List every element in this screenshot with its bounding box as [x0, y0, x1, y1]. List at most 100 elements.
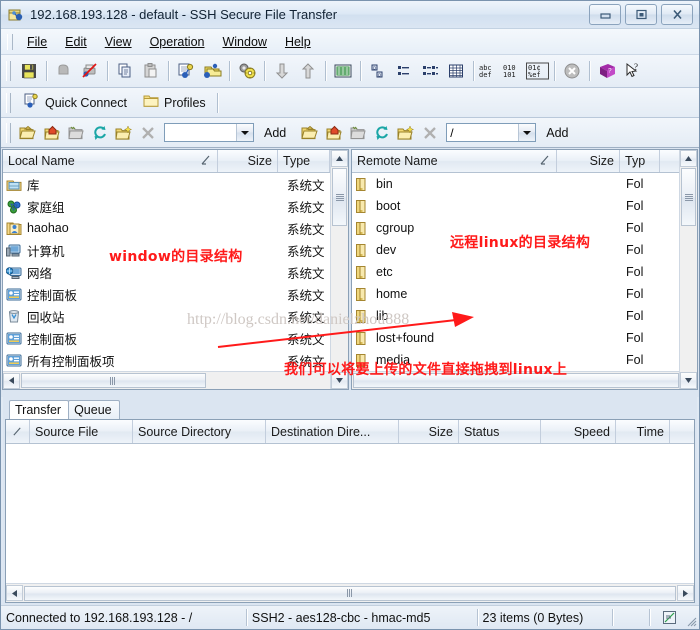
local-new-folder-icon[interactable] [112, 121, 136, 145]
view-list-icon[interactable] [417, 58, 443, 84]
transfer-column-destination-directory[interactable]: Destination Dire... [266, 420, 399, 443]
toolbar-grip[interactable] [6, 61, 11, 81]
local-delete-icon[interactable] [136, 121, 160, 145]
print-icon[interactable] [51, 58, 77, 84]
view-small-icons-icon[interactable] [391, 58, 417, 84]
binary-transfer-icon[interactable]: 010 101 [502, 58, 526, 84]
local-vertical-scrollbar[interactable] [330, 150, 348, 389]
remote-scroll-down-icon[interactable] [680, 372, 697, 389]
table-row[interactable]: 库 系统文 [3, 173, 348, 195]
local-horizontal-scrollbar[interactable] [3, 371, 348, 389]
table-row[interactable]: 控制面板 系统文 [3, 327, 348, 349]
remote-vertical-scrollbar[interactable] [679, 150, 697, 389]
remote-file-list[interactable]: bin Fol boot Fol cgroup Fol dev Fol etc Fol home Fo… [352, 173, 697, 371]
menu-item-file[interactable]: File [18, 33, 56, 51]
local-path-combo[interactable] [164, 123, 254, 142]
transfer-column-status[interactable]: Status [459, 420, 541, 443]
table-row[interactable]: 控制面板 系统文 [3, 283, 348, 305]
local-refresh-icon[interactable] [88, 121, 112, 145]
remote-home-folder-icon[interactable] [322, 121, 346, 145]
menu-item-help[interactable]: Help [276, 33, 320, 51]
local-column-name[interactable]: Local Name [3, 150, 218, 172]
local-add-button[interactable]: Add [258, 124, 292, 142]
remote-refresh-icon[interactable] [370, 121, 394, 145]
local-scroll-down-icon[interactable] [331, 372, 348, 389]
remote-column-type[interactable]: Typ [620, 150, 660, 172]
quick-connect-button[interactable]: Quick Connect [16, 90, 135, 115]
profiles-button[interactable]: Profiles [135, 91, 214, 114]
local-scroll-thumb[interactable] [332, 168, 347, 226]
table-row[interactable]: 计算机 系统文 [3, 239, 348, 261]
remote-column-size[interactable]: Size [557, 150, 620, 172]
table-row[interactable]: lib Fol [352, 305, 697, 327]
maximize-button[interactable] [625, 4, 657, 25]
quickbar-grip[interactable] [6, 92, 11, 113]
local-column-size[interactable]: Size [218, 150, 278, 172]
remote-hscroll-thumb[interactable] [353, 373, 679, 388]
local-home-folder-icon[interactable] [40, 121, 64, 145]
table-row[interactable]: etc Fol [352, 261, 697, 283]
transfer-column-source-directory[interactable]: Source Directory [133, 420, 266, 443]
menu-grip[interactable] [7, 33, 13, 50]
transfer-column-time[interactable]: Time [616, 420, 670, 443]
remote-column-name[interactable]: Remote Name [352, 150, 557, 172]
remote-scroll-thumb[interactable] [681, 168, 696, 226]
tab-queue[interactable]: Queue [68, 400, 120, 419]
remote-horizontal-scrollbar[interactable] [352, 371, 697, 389]
table-row[interactable]: 回收站 系统文 [3, 305, 348, 327]
table-row[interactable]: 家庭组 系统文 [3, 195, 348, 217]
remote-path-dropdown-chevron-down-icon[interactable] [518, 124, 536, 141]
transfer-column-size[interactable]: Size [399, 420, 459, 443]
print-disabled-icon[interactable] [77, 58, 103, 84]
table-row[interactable]: boot Fol [352, 195, 697, 217]
view-details-icon[interactable] [443, 58, 469, 84]
ascii-transfer-icon[interactable]: abc def [478, 58, 502, 84]
table-row[interactable]: 网络 系统文 [3, 261, 348, 283]
local-column-type[interactable]: Type [278, 150, 330, 172]
transfer-column-speed[interactable]: Speed [541, 420, 616, 443]
transfer-column-sort[interactable] [6, 420, 30, 443]
show-hide-icon[interactable] [330, 58, 356, 84]
pathbar-grip[interactable] [6, 122, 11, 143]
transfer-hscroll-thumb[interactable] [24, 585, 676, 601]
remote-new-folder-icon[interactable] [394, 121, 418, 145]
remote-path-input[interactable]: / [447, 126, 518, 140]
local-scroll-up-icon[interactable] [331, 150, 348, 167]
table-row[interactable]: haohao 系统文 [3, 217, 348, 239]
new-connection-icon[interactable] [173, 58, 199, 84]
copy-icon[interactable] [112, 58, 138, 84]
paste-icon[interactable] [138, 58, 164, 84]
remote-add-button[interactable]: Add [540, 124, 574, 142]
transfer-grid-body[interactable] [6, 444, 694, 583]
remote-up-folder-icon[interactable] [298, 121, 322, 145]
menu-item-view[interactable]: View [96, 33, 141, 51]
menu-item-operation[interactable]: Operation [141, 33, 214, 51]
menu-item-window[interactable]: Window [213, 33, 275, 51]
save-icon[interactable] [16, 58, 42, 84]
upload-icon[interactable] [295, 58, 321, 84]
table-row[interactable]: bin Fol [352, 173, 697, 195]
disconnect-icon[interactable] [559, 58, 585, 84]
table-row[interactable]: media Fol [352, 349, 697, 371]
table-row[interactable]: lost+found Fol [352, 327, 697, 349]
table-row[interactable]: 所有控制面板项 系统文 [3, 349, 348, 371]
local-up-folder-icon[interactable] [16, 121, 40, 145]
local-hscroll-thumb[interactable] [21, 373, 206, 388]
context-help-icon[interactable]: ? [620, 58, 646, 84]
table-row[interactable]: cgroup Fol [352, 217, 697, 239]
local-file-list[interactable]: 库系统文 家庭组 系统文 haohao 系统文 计算机 系统文 网络 系统文 控制面板 系统文 回收站… [3, 173, 348, 371]
download-icon[interactable] [269, 58, 295, 84]
view-large-icons-icon[interactable]: D D [365, 58, 391, 84]
table-row[interactable]: home Fol [352, 283, 697, 305]
tab-transfer[interactable]: Transfer [9, 400, 70, 419]
help-book-icon[interactable]: ? [594, 58, 620, 84]
table-row[interactable]: dev Fol [352, 239, 697, 261]
transfer-horizontal-scrollbar[interactable] [6, 583, 694, 602]
new-file-transfer-icon[interactable] [199, 58, 225, 84]
local-scroll-left-icon[interactable] [3, 372, 20, 389]
transfer-scroll-left-icon[interactable] [6, 585, 23, 601]
resize-grip-icon[interactable] [685, 615, 697, 627]
transfer-scroll-right-icon[interactable] [677, 585, 694, 601]
close-button[interactable] [661, 4, 693, 25]
minimize-button[interactable] [589, 4, 621, 25]
